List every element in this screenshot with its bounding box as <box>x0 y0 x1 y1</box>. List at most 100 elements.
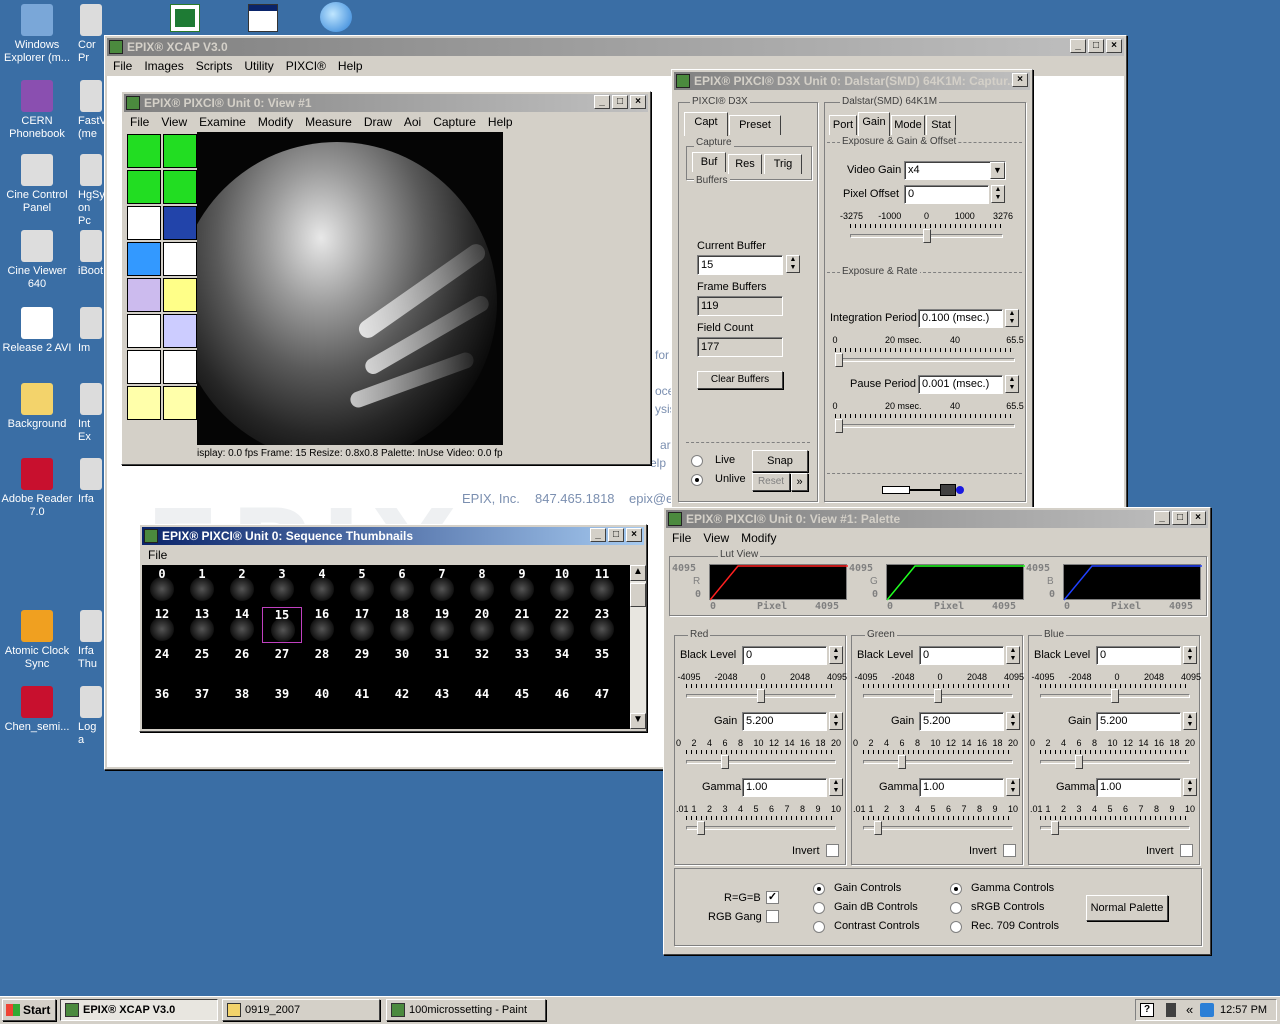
thumbnail-cell[interactable]: 10 <box>542 567 582 603</box>
help-tray-icon[interactable]: ? <box>1140 1003 1154 1017</box>
current-buffer-spin[interactable]: ▲ ▼ <box>786 255 800 273</box>
thumbnail-cell[interactable]: 23 <box>582 607 622 643</box>
desktop-icon[interactable]: FastV (me <box>78 80 104 141</box>
arrow-right-icon[interactable] <box>127 170 161 204</box>
minimize-button[interactable]: _ <box>590 528 606 542</box>
arrow-left-icon[interactable] <box>163 170 197 204</box>
gain-slider-thumb[interactable] <box>1075 755 1083 769</box>
chevron-down-icon[interactable]: ▼ <box>990 162 1005 179</box>
close-button[interactable]: × <box>630 95 646 109</box>
gain-option-radio[interactable] <box>813 883 825 895</box>
thumbnail-cell[interactable]: 9 <box>502 567 542 603</box>
thumbnail-cell[interactable]: 46 <box>542 687 582 723</box>
thumbs-title-bar[interactable]: EPIX® PIXCI® Unit 0: Sequence Thumbnails <box>142 527 644 545</box>
gamma-spin[interactable]: ▲ ▼ <box>1006 778 1020 796</box>
menu-measure[interactable]: Measure <box>299 113 358 131</box>
desktop-icon[interactable]: Cor Pr <box>78 4 104 65</box>
thumbnail-cell[interactable]: 22 <box>542 607 582 643</box>
graph-icon[interactable] <box>127 350 161 384</box>
invert-checkbox[interactable] <box>1003 844 1016 857</box>
gamma-slider-thumb[interactable] <box>1051 821 1059 835</box>
draw-shape-icon[interactable] <box>127 278 161 312</box>
tab-stat[interactable]: Stat <box>926 115 956 135</box>
maximize-button[interactable]: □ <box>608 528 624 542</box>
maximize-button[interactable]: □ <box>1088 39 1104 53</box>
black-level-field[interactable]: 0 <box>919 646 1004 665</box>
gamma-slider-thumb[interactable] <box>874 821 882 835</box>
menu-help[interactable]: Help <box>332 57 369 75</box>
desktop-icon[interactable]: Irfa <box>78 458 104 506</box>
thumbnail-cell[interactable]: 30 <box>382 647 422 683</box>
close-button[interactable]: × <box>1190 511 1206 525</box>
gain-field[interactable]: 5.200 <box>1096 712 1181 731</box>
tab-buf[interactable]: Buf <box>692 152 726 172</box>
thumbnail-cell[interactable]: 11 <box>582 567 622 603</box>
taskbar-item[interactable]: 0919_2007 <box>222 999 380 1021</box>
thumbnail-cell[interactable]: 43 <box>422 687 462 723</box>
tray-chevron[interactable]: « <box>1186 1002 1193 1017</box>
close-button[interactable]: × <box>1106 39 1122 53</box>
thumbnail-cell[interactable]: 16 <box>302 607 342 643</box>
thumbnail-cell[interactable]: 31 <box>422 647 462 683</box>
clear-buffers-button[interactable]: Clear Buffers <box>697 371 783 389</box>
rgb-equal-checkbox[interactable]: ✓ <box>766 891 779 904</box>
excel-icon[interactable] <box>170 4 200 32</box>
thumbnail-cell[interactable]: 25 <box>182 647 222 683</box>
gain-option-radio[interactable] <box>813 902 825 914</box>
minimize-button[interactable]: _ <box>594 95 610 109</box>
thumbnail-cell[interactable]: 42 <box>382 687 422 723</box>
thumbnail-cell[interactable]: 3 <box>262 567 302 603</box>
crosshair-icon[interactable] <box>163 278 197 312</box>
volume-tray-icon[interactable] <box>1166 1003 1176 1017</box>
menu-file[interactable]: File <box>142 546 173 564</box>
arrow-down-left-icon[interactable] <box>127 134 161 168</box>
thumbnail-cell[interactable]: 20 <box>462 607 502 643</box>
snap-button[interactable]: Snap <box>752 450 808 472</box>
thumbnail-cell[interactable]: 34 <box>542 647 582 683</box>
tab-preset[interactable]: Preset <box>729 115 781 135</box>
invert-checkbox[interactable] <box>1180 844 1193 857</box>
desktop-icon[interactable]: HgSy on Pc <box>78 154 104 228</box>
palette-title-bar[interactable]: EPIX® PIXCI® Unit 0: View #1: Palette <box>666 510 1208 528</box>
thumbnail-cell[interactable]: 17 <box>342 607 382 643</box>
thumbnail-cell[interactable]: 26 <box>222 647 262 683</box>
thumbnail-cell[interactable]: 32 <box>462 647 502 683</box>
gamma-option-radio[interactable] <box>950 921 962 933</box>
desktop-icon[interactable]: Adobe Reader 7.0 <box>0 458 74 519</box>
taskbar-item[interactable]: EPIX® XCAP V3.0 <box>60 999 218 1021</box>
pixel-offset-spin[interactable]: ▲ ▼ <box>991 185 1005 203</box>
normal-palette-button[interactable]: Normal Palette <box>1086 895 1168 921</box>
scroll-down-icon[interactable]: ▼ <box>630 713 646 729</box>
gain-field[interactable]: 5.200 <box>742 712 827 731</box>
desktop-icon[interactable]: Chen_semi... <box>0 686 74 734</box>
gamma-field[interactable]: 1.00 <box>742 778 827 797</box>
bl-slider-thumb[interactable] <box>934 689 942 703</box>
thumbnail-cell[interactable]: 6 <box>382 567 422 603</box>
capture-title-bar[interactable]: EPIX® PIXCI® D3X Unit 0: Dalstar(SMD) 64… <box>674 72 1030 90</box>
palette-icon[interactable] <box>163 242 197 276</box>
reset-button[interactable]: Reset <box>752 473 790 491</box>
view-title-bar[interactable]: EPIX® PIXCI® Unit 0: View #1 <box>124 94 648 112</box>
menu-view[interactable]: View <box>697 529 735 547</box>
integration-slider-track[interactable] <box>835 358 1015 362</box>
menu-draw[interactable]: Draw <box>358 113 398 131</box>
menu-utility[interactable]: Utility <box>238 57 279 75</box>
thumbnail-cell[interactable]: 35 <box>582 647 622 683</box>
thumbnail-cell[interactable]: 1 <box>182 567 222 603</box>
thumbnail-cell[interactable]: 24 <box>142 647 182 683</box>
menu-images[interactable]: Images <box>138 57 189 75</box>
thumbnail-cell[interactable]: 8 <box>462 567 502 603</box>
thumbnail-cell[interactable]: 21 <box>502 607 542 643</box>
menu-view[interactable]: View <box>155 113 193 131</box>
gamma-slider-track[interactable] <box>686 826 836 830</box>
tab-capt[interactable]: Capt <box>684 112 728 136</box>
gain-field[interactable]: 5.200 <box>919 712 1004 731</box>
gain-slider-thumb[interactable] <box>721 755 729 769</box>
histogram-icon[interactable] <box>163 350 197 384</box>
probe-tool-icon[interactable] <box>163 206 197 240</box>
video-camera-icon[interactable] <box>127 386 161 420</box>
thumbnail-cell[interactable]: 5 <box>342 567 382 603</box>
gain-spin[interactable]: ▲ ▼ <box>1183 712 1197 730</box>
gain-slider-track[interactable] <box>686 760 836 764</box>
integration-spin[interactable]: ▲ ▼ <box>1005 309 1019 327</box>
